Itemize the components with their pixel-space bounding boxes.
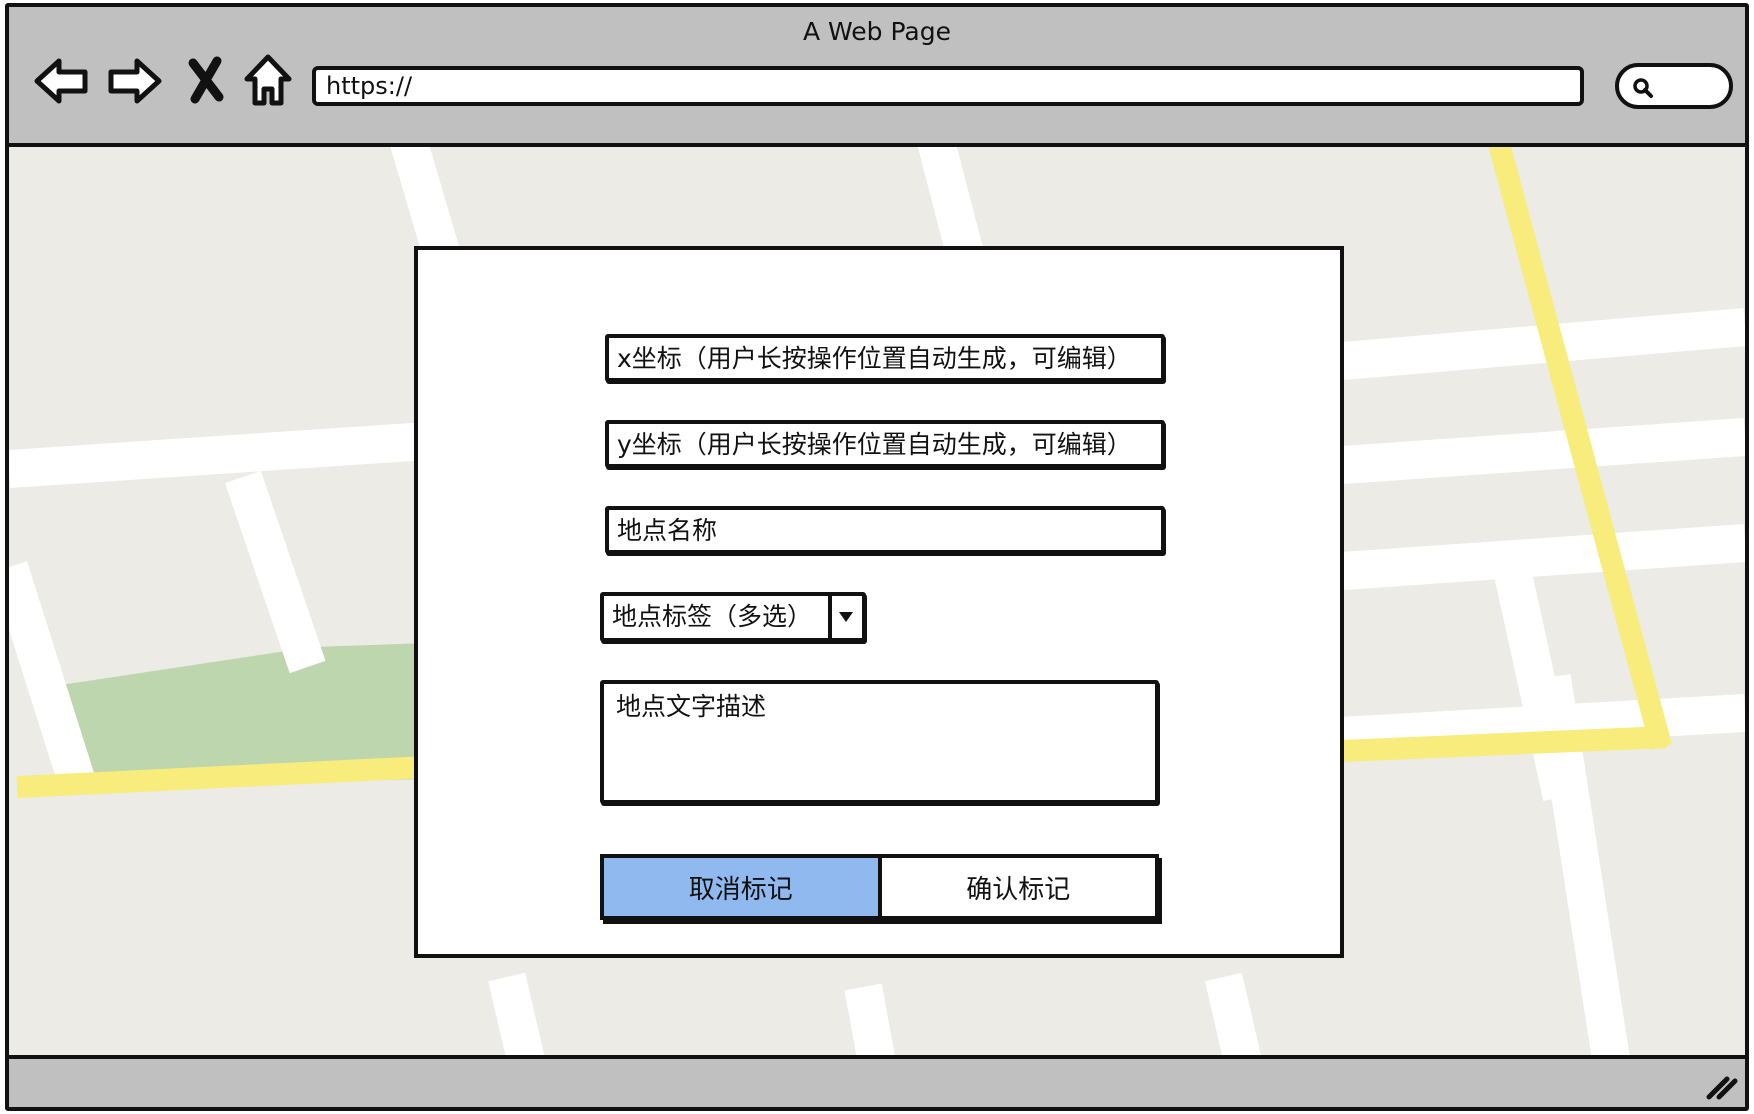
y-coordinate-input[interactable]: y坐标（用户长按操作位置自动生成，可编辑）	[605, 420, 1165, 468]
window-title: A Web Page	[802, 17, 952, 46]
home-icon[interactable]	[241, 51, 295, 111]
status-bar	[9, 1055, 1745, 1107]
chevron-down-icon	[839, 612, 853, 622]
browser-toolbar: A Web Page https://	[9, 7, 1745, 147]
search-icon	[1633, 78, 1653, 98]
forward-arrow-icon[interactable]	[103, 51, 165, 111]
confirm-marker-button[interactable]: 确认标记	[881, 858, 1155, 916]
place-name-input[interactable]: 地点名称	[605, 506, 1165, 554]
dropdown-toggle[interactable]	[828, 596, 862, 638]
place-tags-select-label: 地点标签（多选）	[612, 602, 813, 631]
cancel-marker-button[interactable]: 取消标记	[604, 858, 882, 916]
x-coordinate-input[interactable]: x坐标（用户长按操作位置自动生成，可编辑）	[605, 334, 1165, 382]
url-input[interactable]: https://	[312, 66, 1584, 106]
back-arrow-icon[interactable]	[31, 51, 93, 111]
stop-close-icon[interactable]	[183, 51, 229, 111]
place-tags-select[interactable]: 地点标签（多选）	[600, 592, 866, 642]
browser-search-field[interactable]	[1615, 63, 1733, 109]
resize-grip-icon[interactable]	[1705, 1071, 1739, 1101]
dialog-actions: 取消标记 确认标记	[600, 854, 1159, 920]
add-marker-dialog: x坐标（用户长按操作位置自动生成，可编辑） y坐标（用户长按操作位置自动生成，可…	[414, 246, 1344, 958]
place-description-textarea[interactable]: 地点文字描述	[600, 680, 1159, 804]
